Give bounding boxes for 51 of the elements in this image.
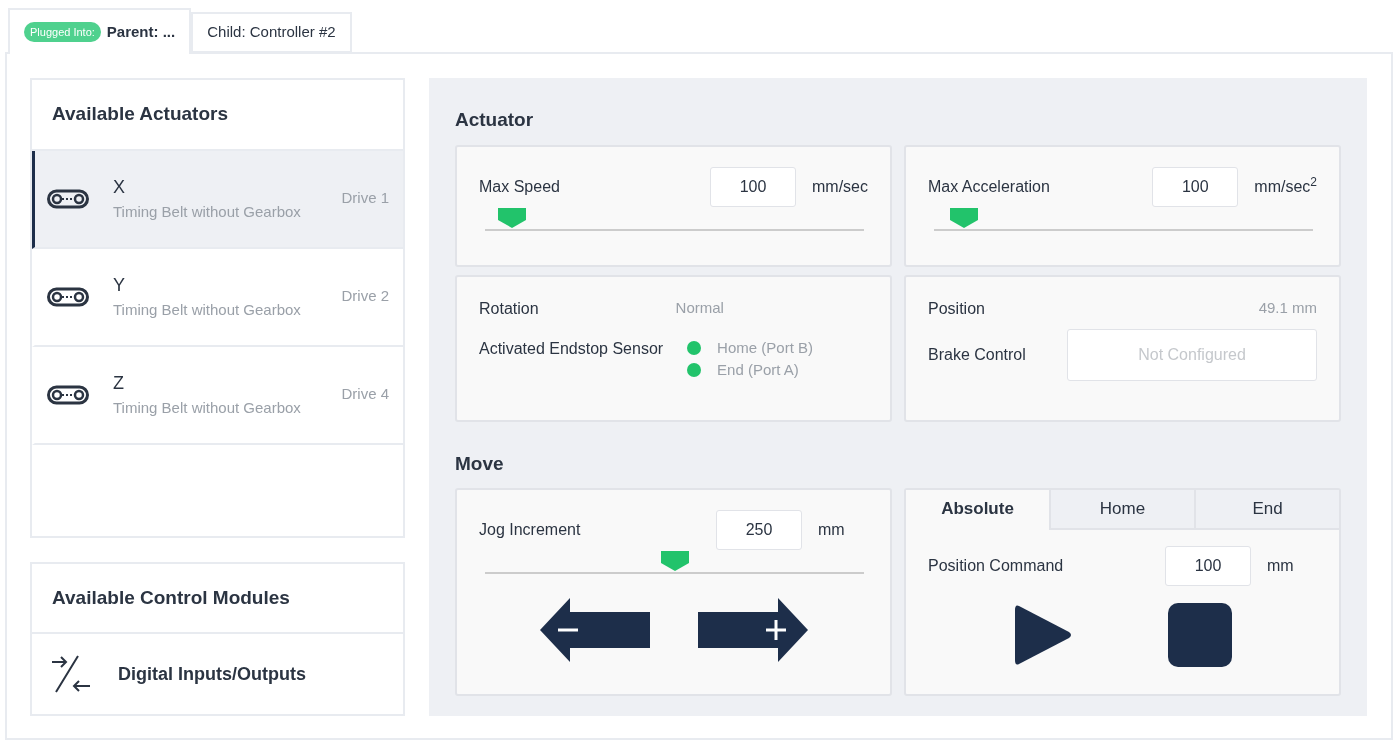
actuator-name: X xyxy=(113,175,126,199)
mode-tab[interactable]: Home xyxy=(1049,490,1194,530)
section-heading: Move xyxy=(455,451,505,476)
slider-thumb[interactable] xyxy=(497,207,526,228)
actuator-type: Timing Belt without Gearbox xyxy=(113,201,301,222)
slider-thumb[interactable] xyxy=(660,551,689,571)
sensor-label: End (Port A) xyxy=(717,360,799,380)
actuator-type: Timing Belt without Gearbox xyxy=(113,397,301,418)
actuator-item[interactable]: X Timing Belt without Gearbox Drive 1 xyxy=(32,150,403,249)
sensor-label: Home (Port B) xyxy=(717,337,813,358)
belt-icon xyxy=(47,286,89,307)
field-label: Position xyxy=(928,298,985,319)
tab[interactable]: Child: Controller #2 xyxy=(191,12,352,53)
module-item[interactable]: Digital Inputs/Outputs xyxy=(32,634,403,714)
jog-plus-button[interactable] xyxy=(697,598,808,662)
card-title: Available Control Modules xyxy=(32,563,403,634)
field-value: 49.1 mm xyxy=(1258,297,1317,318)
drive-label: Drive 4 xyxy=(341,384,389,405)
unit-label: mm/sec xyxy=(812,176,868,197)
drive-label: Drive 1 xyxy=(341,188,389,209)
status-badge: Plugged Into: xyxy=(24,21,101,43)
jog-minus-button[interactable] xyxy=(539,598,650,662)
belt-icon xyxy=(47,188,89,209)
tab-label[interactable]: Parent: ... xyxy=(106,20,176,44)
mode-tab[interactable]: End xyxy=(1194,490,1339,530)
section-heading: Actuator xyxy=(455,108,535,132)
field-label: Position Command xyxy=(928,556,1064,576)
field-label: Rotation xyxy=(479,298,539,319)
number-field[interactable]: 100 xyxy=(710,166,796,207)
unit-label: mm xyxy=(1267,556,1295,576)
stop-button[interactable] xyxy=(1168,603,1232,667)
actuator-name: Z xyxy=(113,371,125,395)
field-label: Max Speed xyxy=(479,176,560,197)
field-label: Jog Increment xyxy=(479,520,581,540)
actuator-type: Timing Belt without Gearbox xyxy=(113,299,301,320)
actuator-name: Y xyxy=(113,273,126,297)
actuator-item[interactable]: Z Timing Belt without Gearbox Drive 4 xyxy=(32,346,403,445)
number-field[interactable]: 250 xyxy=(716,510,802,550)
field-label: Brake Control xyxy=(928,344,1026,365)
module-label: Digital Inputs/Outputs xyxy=(118,662,306,686)
number-field[interactable]: 100 xyxy=(1152,166,1239,207)
number-field[interactable]: 100 xyxy=(1165,546,1251,586)
unit-label: mm xyxy=(818,520,846,540)
drive-label: Drive 2 xyxy=(341,286,389,307)
belt-icon xyxy=(47,384,89,405)
unit-label: mm/sec$^{2}$ xyxy=(1254,174,1317,197)
field-value: Normal xyxy=(675,297,724,318)
field-label: Activated Endstop Sensor xyxy=(479,338,664,359)
slider-thumb[interactable] xyxy=(950,207,979,228)
actuator-item[interactable]: Y Timing Belt without Gearbox Drive 2 xyxy=(32,248,403,347)
field-label: Max Acceleration xyxy=(928,176,1050,197)
